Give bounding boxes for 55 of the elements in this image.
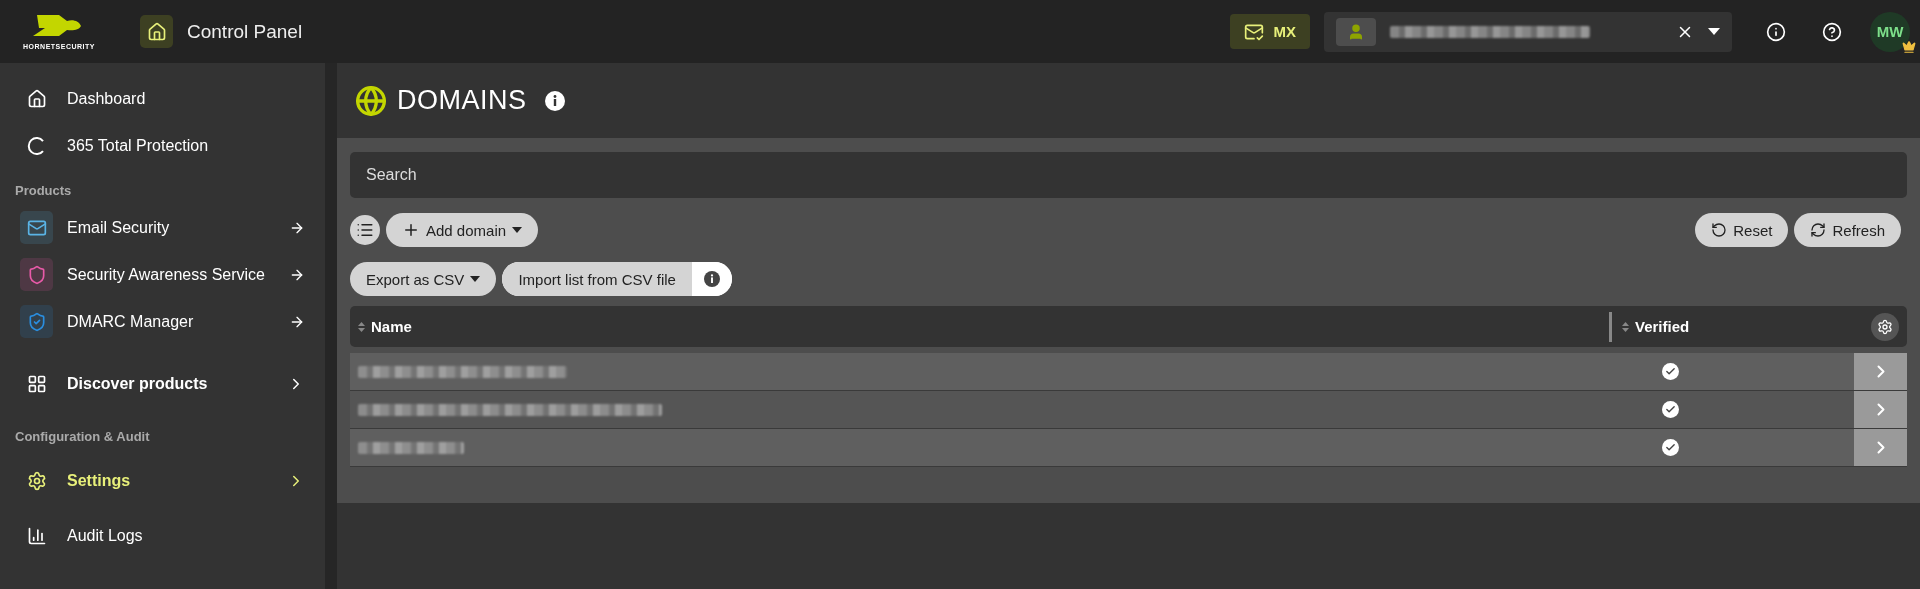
sidebar-item[interactable]: Settings [14, 450, 311, 512]
sidebar-item[interactable]: Discover products [14, 353, 311, 415]
settings-button[interactable] [1871, 312, 1899, 341]
chevron-icon [1876, 365, 1885, 378]
mx-button[interactable]: MX [1229, 14, 1310, 49]
chevron-icon [1876, 441, 1885, 454]
home-icon [146, 21, 167, 42]
refresh-icon [1810, 222, 1827, 238]
table-row[interactable] [350, 429, 1907, 467]
caret-icon[interactable] [1708, 28, 1720, 35]
sidebar-item[interactable]: Dashboard [14, 75, 311, 122]
caret-icon [470, 276, 481, 282]
undo-icon [1711, 222, 1728, 238]
sidebar-item[interactable]: 365 Total Protection [14, 122, 311, 169]
home-icon [26, 88, 47, 109]
settings-icon [26, 471, 47, 491]
table-row[interactable] [350, 391, 1907, 429]
chevron-icon [1876, 403, 1885, 416]
import-button[interactable]: Import list from CSV file [502, 262, 692, 296]
reset-button[interactable]: Reset [1695, 213, 1789, 247]
export-button[interactable]: Export as CSV [350, 262, 497, 296]
sidebar-item[interactable]: Audit Logs [14, 512, 311, 559]
section-heading: Products [14, 182, 73, 200]
plus-icon [402, 221, 420, 239]
info-icon [703, 271, 720, 287]
crown-icon [1902, 39, 1916, 54]
user-icon [1336, 17, 1376, 46]
caret-icon [512, 227, 523, 233]
app-title: Control Panel [187, 20, 303, 43]
globe-icon [355, 84, 387, 117]
page-title: DOMAINS [397, 85, 527, 116]
home-button[interactable] [140, 15, 173, 48]
circle-arc-icon [26, 135, 47, 156]
settings-icon [1877, 318, 1893, 335]
info-button[interactable] [1766, 21, 1786, 42]
column-header[interactable]: Verified [1609, 311, 1899, 342]
column-header[interactable]: Name [358, 318, 1609, 335]
section-heading: Configuration & Audit [14, 428, 151, 446]
table-row[interactable] [350, 353, 1907, 391]
list-view-button[interactable] [350, 215, 380, 245]
sort-icon [358, 321, 365, 332]
help-button[interactable] [1822, 21, 1842, 42]
list-icon [356, 221, 374, 239]
user-avatar[interactable]: MW [1870, 11, 1910, 52]
add-domain-button[interactable]: Add domain [386, 213, 539, 247]
chart-icon [26, 525, 47, 546]
grid-icon [26, 374, 47, 394]
search-field[interactable]: Search [350, 152, 1907, 198]
account-selector[interactable] [1324, 11, 1732, 52]
sidebar-item[interactable]: DMARC Manager [14, 298, 311, 345]
sidebar-item[interactable]: Security Awareness Service [14, 251, 311, 298]
sort-icon [1622, 321, 1629, 332]
sidebar-item[interactable]: Email Security [14, 204, 311, 251]
info-icon[interactable] [544, 90, 565, 111]
refresh-button[interactable]: Refresh [1794, 213, 1901, 247]
